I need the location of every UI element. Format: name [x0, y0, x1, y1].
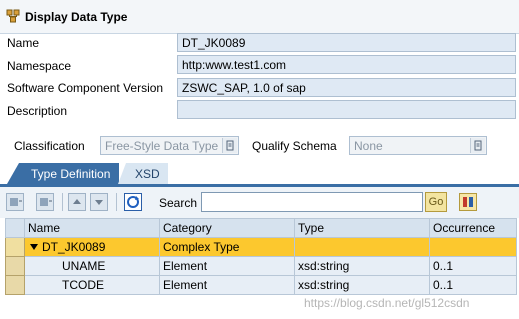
insert-row-icon[interactable]: [6, 193, 24, 211]
cell-category: Element: [159, 256, 295, 276]
classification-label: Classification: [14, 139, 85, 153]
name-label: Name: [7, 36, 40, 50]
cell-category: Element: [159, 275, 295, 295]
cell-name: DT_JK0089: [24, 237, 160, 257]
row-selector[interactable]: [5, 237, 25, 257]
description-field[interactable]: [177, 100, 516, 119]
classification-value: Free-Style Data Type: [105, 139, 219, 153]
cell-category: Complex Type: [159, 237, 295, 257]
dropdown-icon[interactable]: [470, 138, 485, 153]
namespace-field[interactable]: http:www.test1.com: [177, 55, 516, 74]
row-selector[interactable]: [5, 256, 25, 276]
tab-type-definition-label: Type Definition: [31, 167, 111, 181]
qualify-schema-label: Qualify Schema: [252, 139, 337, 153]
go-button[interactable]: Go: [425, 192, 447, 212]
row-name: DT_JK0089: [42, 240, 106, 254]
tab-type-definition[interactable]: Type Definition: [7, 163, 119, 184]
move-down-icon[interactable]: [90, 193, 108, 211]
description-label: Description: [7, 104, 68, 118]
toolbar-separator: [62, 193, 63, 211]
table-row[interactable]: TCODE Element xsd:string 0..1: [5, 275, 517, 295]
data-type-icon: [6, 9, 20, 23]
select-all-cell[interactable]: [5, 218, 25, 238]
classification-select[interactable]: Free-Style Data Type: [100, 136, 239, 155]
move-up-icon[interactable]: [68, 193, 86, 211]
swcv-label: Software Component Version: [7, 81, 164, 95]
column-header-name[interactable]: Name: [24, 218, 160, 238]
search-label: Search: [159, 196, 198, 210]
qualify-schema-value: None: [354, 139, 383, 153]
column-header-type[interactable]: Type: [294, 218, 430, 238]
page-title: Display Data Type: [25, 10, 128, 24]
tab-xsd-label: XSD: [135, 167, 160, 181]
column-header-category[interactable]: Category: [159, 218, 295, 238]
refresh-icon[interactable]: [124, 193, 142, 211]
cell-name: UNAME: [24, 256, 160, 276]
cell-type: xsd:string: [294, 275, 430, 295]
data-grid: Name Category Type Occurrence DT_JK0089 …: [5, 218, 517, 295]
cell-occurrence: [429, 237, 517, 257]
swcv-field[interactable]: ZSWC_SAP, 1.0 of sap: [177, 78, 516, 97]
window-header: Display Data Type: [0, 0, 519, 34]
tab-xsd[interactable]: XSD: [118, 163, 168, 184]
delete-row-icon[interactable]: [36, 193, 54, 211]
cell-occurrence: 0..1: [429, 256, 517, 276]
cell-name: TCODE: [24, 275, 160, 295]
cell-type: xsd:string: [294, 256, 430, 276]
toolbar-separator: [116, 193, 117, 211]
name-field[interactable]: DT_JK0089: [177, 33, 516, 52]
dropdown-icon[interactable]: [222, 138, 237, 153]
cell-type: [294, 237, 430, 257]
cell-occurrence: 0..1: [429, 275, 517, 295]
expand-arrow-icon[interactable]: [30, 240, 38, 254]
namespace-label: Namespace: [7, 59, 72, 73]
table-row[interactable]: DT_JK0089 Complex Type: [5, 237, 517, 257]
table-row[interactable]: UNAME Element xsd:string 0..1: [5, 256, 517, 276]
search-input[interactable]: [201, 192, 423, 212]
row-selector[interactable]: [5, 275, 25, 295]
column-settings-icon[interactable]: [459, 193, 477, 211]
column-header-occurrence[interactable]: Occurrence: [429, 218, 517, 238]
watermark-text: https://blog.csdn.net/gl512csdn: [304, 296, 470, 310]
qualify-schema-select[interactable]: None: [349, 136, 487, 155]
grid-header-row: Name Category Type Occurrence: [5, 218, 517, 238]
